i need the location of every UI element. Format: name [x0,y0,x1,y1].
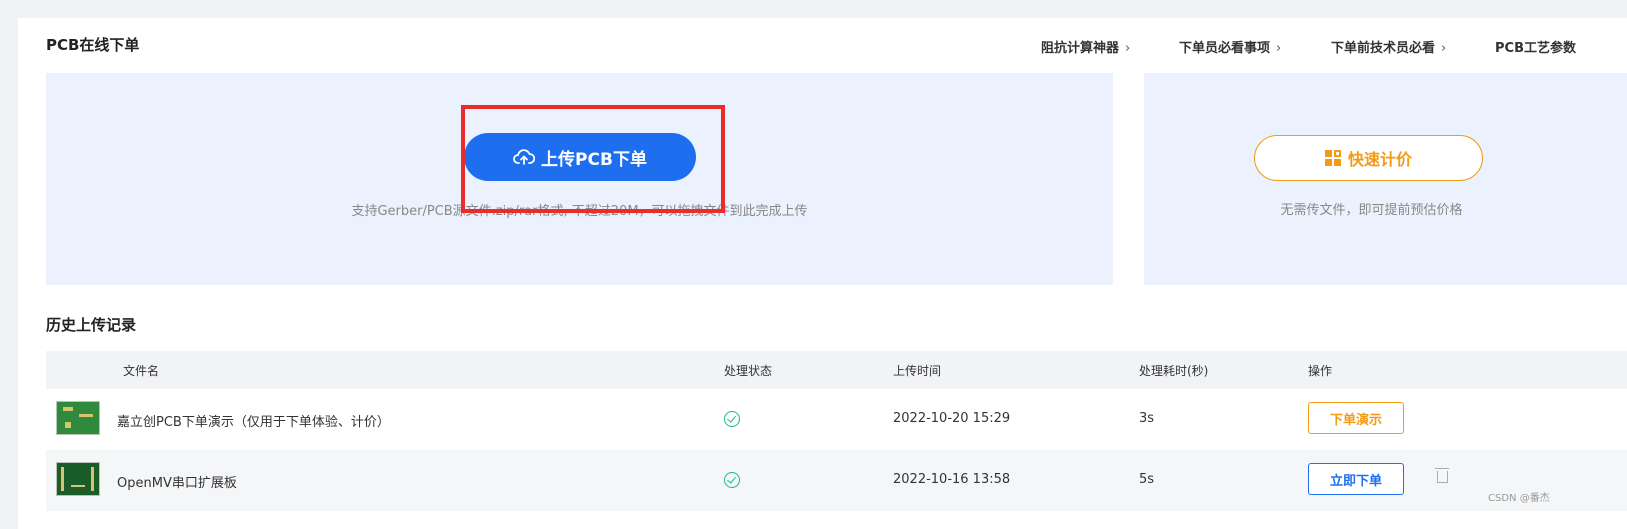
top-link-order-notes[interactable]: 下单员必看事项 › [1179,37,1281,56]
status-success-icon [724,472,740,488]
column-header-status: 处理状态 [724,364,773,378]
demo-order-button[interactable]: 下单演示 [1308,402,1404,434]
top-link-tech-notes[interactable]: 下单前技术员必看 › [1331,37,1446,56]
table-row: OpenMV串口扩展板 2022-10-16 13:58 5s 立即下单 [46,450,1627,511]
quick-quote-button[interactable]: 快速计价 [1254,135,1483,181]
upload-dropzone[interactable]: 上传PCB下单 支持Gerber/PCB源文件.zip/rar格式, 不超过20… [46,73,1113,285]
column-header-duration: 处理耗时(秒) [1139,364,1209,378]
history-title: 历史上传记录 [46,316,137,334]
page-title: PCB在线下单 [46,36,140,54]
column-header-actions: 操作 [1308,364,1333,378]
quick-quote-button-label: 快速计价 [1347,150,1412,169]
pcb-thumbnail [56,401,100,435]
upload-hint: 支持Gerber/PCB源文件.zip/rar格式, 不超过20M，可以拖拽文件… [351,204,808,219]
upload-pcb-button-label: 上传PCB下单 [541,149,647,170]
duration: 3s [1139,411,1155,426]
quick-quote-panel: 快速计价 无需传文件，即可提前预估价格 [1144,73,1627,285]
table-header: 文件名 处理状态 上传时间 处理耗时(秒) 操作 [46,351,1627,389]
grid-icon [1324,150,1341,166]
table-row: 嘉立创PCB下单演示（仅用于下单体验、计价） 2022-10-20 15:29 … [46,389,1627,450]
quick-quote-hint: 无需传文件，即可提前预估价格 [1280,203,1463,218]
column-header-file-name: 文件名 [123,364,160,378]
top-link-impedance-calculator[interactable]: 阻抗计算神器 › [1041,37,1130,56]
watermark: CSDN @番杰 [1488,493,1550,504]
upload-pcb-button[interactable]: 上传PCB下单 [464,133,696,181]
chevron-right-icon: › [1441,41,1447,56]
upload-time: 2022-10-20 15:29 [893,411,1011,426]
chevron-right-icon: › [1125,41,1131,56]
pcb-order-card: PCB在线下单 阻抗计算神器 › 下单员必看事项 › 下单前技术员必看 › PCB工艺… [18,18,1627,529]
file-name[interactable]: OpenMV串口扩展板 [117,472,237,491]
cloud-upload-icon [513,149,536,165]
top-link-pcb-process[interactable]: PCB工艺参数 [1495,37,1576,56]
chevron-right-icon: › [1276,41,1282,56]
status-success-icon [724,411,740,427]
trash-icon[interactable] [1435,468,1449,483]
pcb-thumbnail [56,462,100,496]
duration: 5s [1139,472,1155,487]
history-table: 文件名 处理状态 上传时间 处理耗时(秒) 操作 嘉立创PCB下单演示（仅用于下… [46,351,1627,511]
file-name[interactable]: 嘉立创PCB下单演示（仅用于下单体验、计价） [117,411,390,430]
order-now-button[interactable]: 立即下单 [1308,463,1404,495]
column-header-upload-time: 上传时间 [893,364,942,378]
upload-time: 2022-10-16 13:58 [893,472,1011,487]
